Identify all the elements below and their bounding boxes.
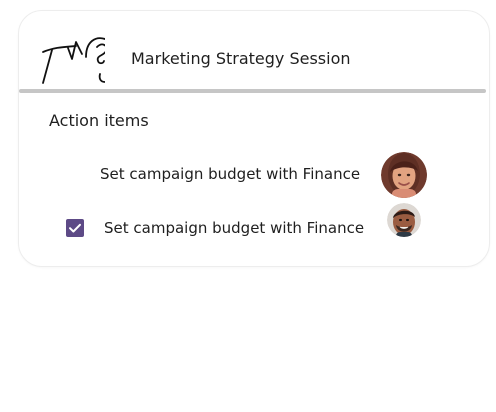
action-item-1[interactable]: Set campaign budget with Finance <box>19 151 489 198</box>
action-item-text: Set campaign budget with Finance <box>104 219 365 237</box>
action-item-text: Set campaign budget with Finance <box>100 165 361 183</box>
ear-logo-icon <box>29 31 113 87</box>
checkbox-checked-icon[interactable] <box>66 219 84 237</box>
action-items-heading: Action items <box>49 111 149 130</box>
meeting-title: Marketing Strategy Session <box>131 49 351 68</box>
meeting-header: Marketing Strategy Session <box>19 11 489 93</box>
assignee-avatar[interactable] <box>387 203 421 237</box>
meeting-action-items-page: Marketing Strategy Session Action items … <box>0 0 496 412</box>
assignee-avatar[interactable] <box>381 152 427 198</box>
header-divider <box>19 89 486 93</box>
meeting-card: Marketing Strategy Session Action items … <box>18 10 490 267</box>
action-item-2[interactable]: Set campaign budget with Finance <box>19 203 489 243</box>
